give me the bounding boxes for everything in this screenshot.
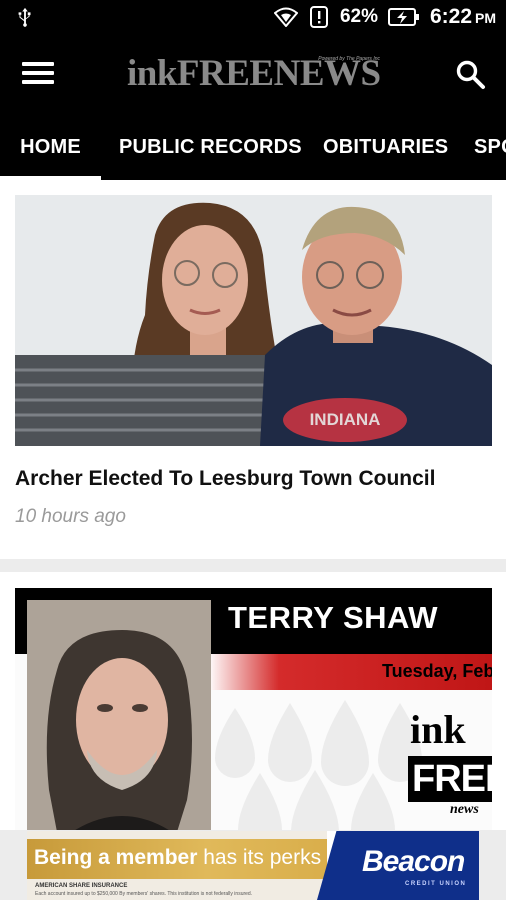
site-logo[interactable]: inkFREENEWS Powered by The Papers Inc [127,52,382,98]
brand-news: news [450,802,479,817]
brand-free: FREE [412,758,492,800]
subject-name: TERRY SHAW [228,600,438,635]
ad-brand-sub: CREDIT UNION [405,881,467,887]
inkfree-brand: ink FREE news [408,706,492,830]
ad-brand: Beacon [362,845,465,878]
wifi-icon [273,7,298,27]
banner-date: Tuesday, Feb. [382,661,492,681]
tab-public-records[interactable]: PUBLIC RECORDS [119,116,302,180]
ad-headline-bold: Being a member [34,846,198,869]
ad-banner[interactable]: Being a member has its perks AMERICAN SH… [27,831,479,900]
tab-home[interactable]: HOME [0,116,101,180]
couple-photo: INDIANA [15,195,492,446]
news-feed[interactable]: INDIANA Archer Elected To Leesburg Town … [0,180,506,830]
mugshot [27,600,211,830]
app-bar: inkFREENEWS Powered by The Papers Inc [0,34,506,116]
menu-icon[interactable] [22,62,54,90]
battery-percent: 62% [339,6,378,27]
logo-tagline: Powered by The Papers Inc [318,56,380,62]
tab-obituaries[interactable]: OBITUARIES [323,116,448,180]
ad-fine-print: Each account insured up to $250,000 By m… [35,891,253,897]
ad-fine-print-title: AMERICAN SHARE INSURANCE [35,883,128,889]
article-photo[interactable]: TERRY SHAW Tuesday, Feb. ink FREE [15,588,492,830]
battery-charging-icon [387,8,419,26]
section-tabs: HOME PUBLIC RECORDS OBITUARIES SPO [0,116,506,180]
clock-time: 6:22 [429,5,472,28]
brand-free-box: FREE [408,756,492,802]
article-timestamp: 10 hours ago [15,506,126,527]
ad-headline-rest: has its perks [197,846,322,869]
brand-ink: ink [410,707,466,752]
clock-ampm: PM [475,10,496,26]
article-photo[interactable]: INDIANA [15,195,492,446]
alert-icon [309,6,328,28]
tab-sports[interactable]: SPO [474,116,506,180]
search-icon[interactable] [454,58,488,92]
article-card[interactable]: INDIANA Archer Elected To Leesburg Town … [0,180,506,559]
usb-icon [18,7,31,27]
shirt-text: INDIANA [310,410,381,429]
status-bar: 62% 6:22 PM [0,0,506,34]
article-card[interactable]: TERRY SHAW Tuesday, Feb. ink FREE [0,572,506,830]
status-icons: 62% 6:22 PM [273,0,496,34]
article-headline[interactable]: Archer Elected To Leesburg Town Council [15,467,435,491]
ad-headline: Being a member has its perks [34,846,321,870]
clock: 6:22 PM [430,5,496,29]
